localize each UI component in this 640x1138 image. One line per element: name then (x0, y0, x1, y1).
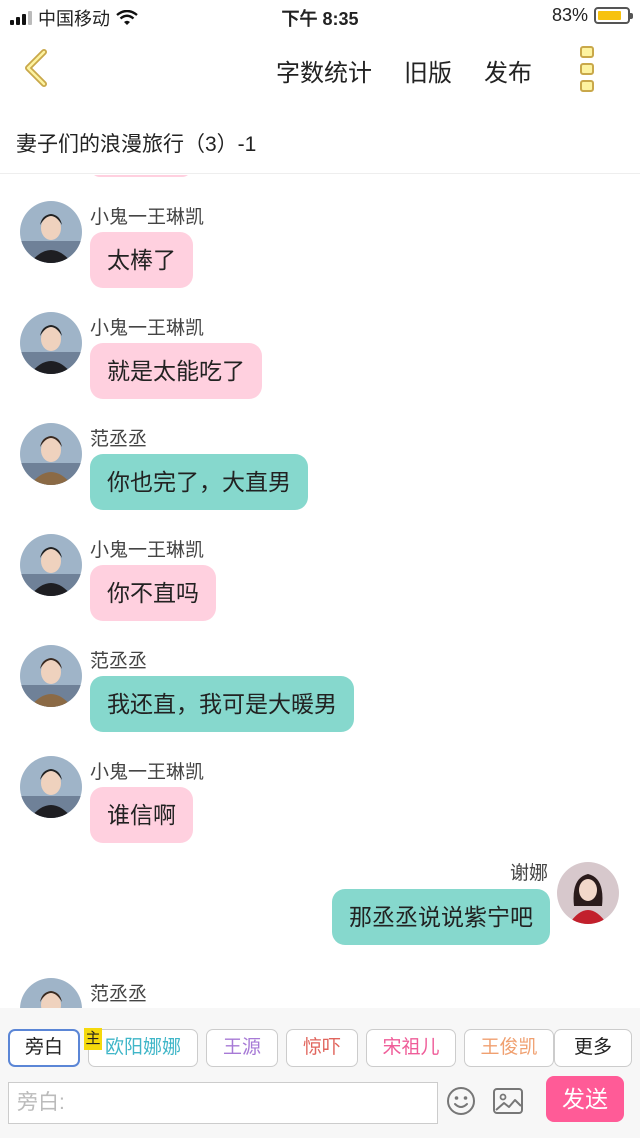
role-chooser: 旁白 欧阳娜娜 主 王源 惊吓 宋祖儿 王俊凯 更多 (0, 1008, 640, 1078)
avatar[interactable] (557, 862, 619, 924)
avatar[interactable] (20, 645, 82, 707)
send-button[interactable]: 发送 (546, 1076, 624, 1122)
word-count-button[interactable]: 字数统计 (276, 53, 372, 88)
role-chip[interactable]: 王俊凯 (464, 1029, 554, 1067)
more-roles-button[interactable]: 更多 (554, 1029, 632, 1067)
role-narration[interactable]: 旁白 (8, 1029, 80, 1067)
role-chip[interactable]: 王源 (206, 1029, 278, 1067)
chat-area[interactable]: 小鬼一王琳凯 太棒了 小鬼一王琳凯 就是太能吃了 范丞丞 你也完了，大直男 小鬼一王琳凯 你不… (0, 175, 640, 1008)
message-bubble[interactable]: 太棒了 (90, 232, 193, 288)
avatar[interactable] (20, 534, 82, 596)
message-bubble[interactable]: 谁信啊 (90, 787, 193, 843)
sender-name: 范丞丞 (90, 984, 148, 1005)
nav-actions: 字数统计 旧版 发布 (276, 53, 532, 88)
partial-message-bubble (90, 175, 192, 177)
avatar[interactable] (20, 201, 82, 263)
message-bubble[interactable]: 那丞丞说说紫宁吧 (332, 889, 550, 945)
role-chip[interactable]: 惊吓 (286, 1029, 358, 1067)
page-title: 妻子们的浪漫旅行（3）-1 (16, 133, 257, 156)
host-badge: 主 (84, 1028, 102, 1050)
avatar[interactable] (20, 978, 82, 1008)
status-time: 下午 8:35 (281, 9, 359, 29)
sender-name: 小鬼一王琳凯 (90, 540, 205, 561)
sender-name: 范丞丞 (90, 429, 148, 450)
publish-button[interactable]: 发布 (484, 53, 532, 88)
more-vertical-icon[interactable] (580, 46, 600, 92)
avatar[interactable] (20, 423, 82, 485)
battery-percent: 83% (551, 5, 588, 25)
message-input[interactable]: 旁白: (8, 1082, 438, 1124)
message-bubble[interactable]: 你不直吗 (90, 565, 216, 621)
sender-name: 小鬼一王琳凯 (90, 318, 205, 339)
message-bubble[interactable]: 就是太能吃了 (90, 343, 262, 399)
avatar[interactable] (20, 756, 82, 818)
input-bar: 旁白: 发送 (0, 1076, 640, 1138)
sender-name: 谢娜 (509, 863, 548, 884)
status-right: 83% (551, 5, 633, 26)
battery-icon (594, 7, 633, 24)
old-version-button[interactable]: 旧版 (404, 53, 452, 88)
smiley-icon[interactable] (446, 1086, 476, 1116)
status-bar: 中国移动 下午 8:35 83% (0, 0, 640, 34)
chevron-left-icon[interactable] (16, 46, 60, 90)
message-bubble[interactable]: 我还直，我可是大暖男 (90, 676, 354, 732)
sender-name: 小鬼一王琳凯 (90, 762, 205, 783)
sender-name: 小鬼一王琳凯 (90, 207, 205, 228)
sender-name: 范丞丞 (90, 651, 148, 672)
message-bubble[interactable]: 你也完了，大直男 (90, 454, 308, 510)
avatar[interactable] (20, 312, 82, 374)
nav-bar: 字数统计 旧版 发布 (0, 34, 640, 104)
title-bar: 妻子们的浪漫旅行（3）-1 (0, 104, 640, 174)
role-chip[interactable]: 宋祖儿 (366, 1029, 456, 1067)
image-icon[interactable] (492, 1086, 524, 1116)
role-chip[interactable]: 欧阳娜娜 (88, 1029, 198, 1067)
